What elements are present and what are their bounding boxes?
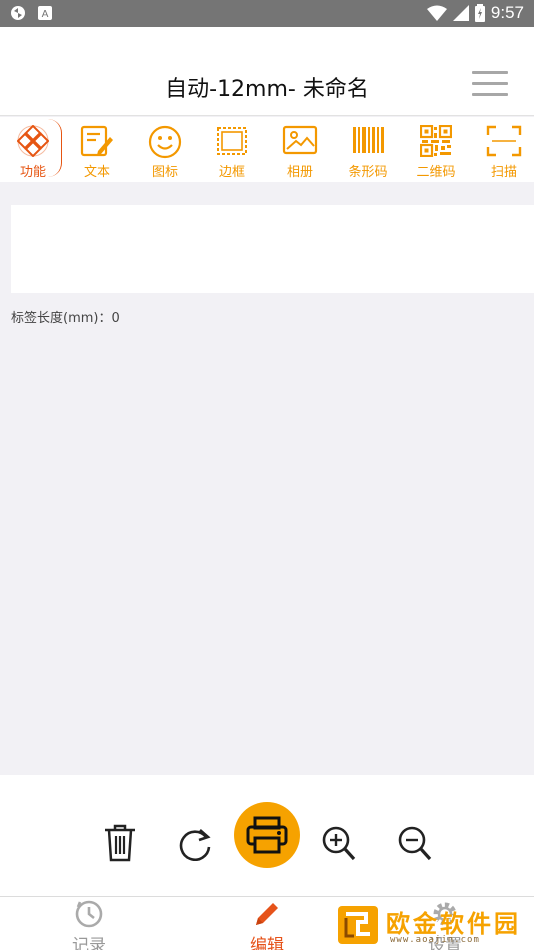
- photo-icon: [282, 125, 318, 155]
- label-length: 标签长度(mm)：0: [11, 311, 120, 326]
- tool-toolbar: 功能 文本 图标 边框 相册 条形码 二维码 扫描: [0, 117, 534, 182]
- watermark-logo-icon: [338, 906, 378, 944]
- tool-photo[interactable]: 相册: [267, 117, 333, 182]
- title-bar: 自动-12mm- 未命名: [0, 27, 534, 116]
- tool-qrcode[interactable]: 二维码: [403, 117, 469, 182]
- tool-icon[interactable]: 图标: [132, 117, 198, 182]
- clock: 9:57: [490, 3, 524, 22]
- tool-label: 相册: [286, 165, 313, 180]
- signal-icon: [452, 5, 469, 21]
- function-icon: [17, 125, 49, 157]
- tab-label: 记录: [72, 936, 106, 950]
- zoom-out-icon[interactable]: [397, 825, 433, 863]
- tab-edit[interactable]: 编辑: [222, 897, 312, 950]
- print-button[interactable]: [234, 802, 300, 868]
- tool-border[interactable]: 边框: [199, 117, 265, 182]
- scan-icon: [486, 125, 522, 157]
- pencil-icon: [256, 903, 278, 925]
- watermark: 欧金软件园 www.aoajin.com: [336, 902, 526, 948]
- page-title: 自动-12mm- 未命名: [165, 77, 369, 102]
- delete-icon[interactable]: [103, 824, 137, 862]
- tool-barcode[interactable]: 条形码: [335, 117, 401, 182]
- smiley-icon: [148, 125, 182, 159]
- tool-function[interactable]: 功能: [0, 117, 66, 182]
- tool-label: 二维码: [416, 165, 456, 180]
- watermark-text: 欧金软件园: [386, 910, 521, 938]
- watermark-subtext: www.aoajin.com: [390, 935, 480, 945]
- notification-icon: [11, 6, 25, 20]
- status-bar: A 9:57: [0, 0, 534, 27]
- tool-label: 边框: [218, 165, 245, 180]
- zoom-in-icon[interactable]: [321, 825, 357, 863]
- label-canvas[interactable]: [11, 205, 534, 293]
- tool-label: 扫描: [490, 165, 517, 180]
- history-icon: [75, 900, 103, 928]
- wifi-icon: [426, 5, 447, 21]
- menu-button[interactable]: [472, 71, 508, 97]
- tab-history[interactable]: 记录: [44, 897, 134, 950]
- tool-label: 文本: [83, 165, 110, 180]
- tool-label: 图标: [151, 165, 178, 180]
- battery-icon: [474, 4, 485, 22]
- tool-text[interactable]: 文本: [64, 117, 130, 182]
- tool-label: 功能: [19, 165, 46, 180]
- text-edit-icon: [80, 125, 113, 157]
- qrcode-icon: [420, 125, 452, 157]
- svg-text:A: A: [42, 9, 49, 20]
- print-icon: [246, 816, 288, 854]
- tab-label: 编辑: [250, 936, 284, 950]
- border-icon: [217, 127, 247, 155]
- tool-scan[interactable]: 扫描: [471, 117, 534, 182]
- app-notification-icon: A: [38, 6, 52, 20]
- barcode-icon: [353, 127, 384, 153]
- rotate-icon[interactable]: [178, 825, 214, 861]
- tool-label: 条形码: [348, 165, 388, 180]
